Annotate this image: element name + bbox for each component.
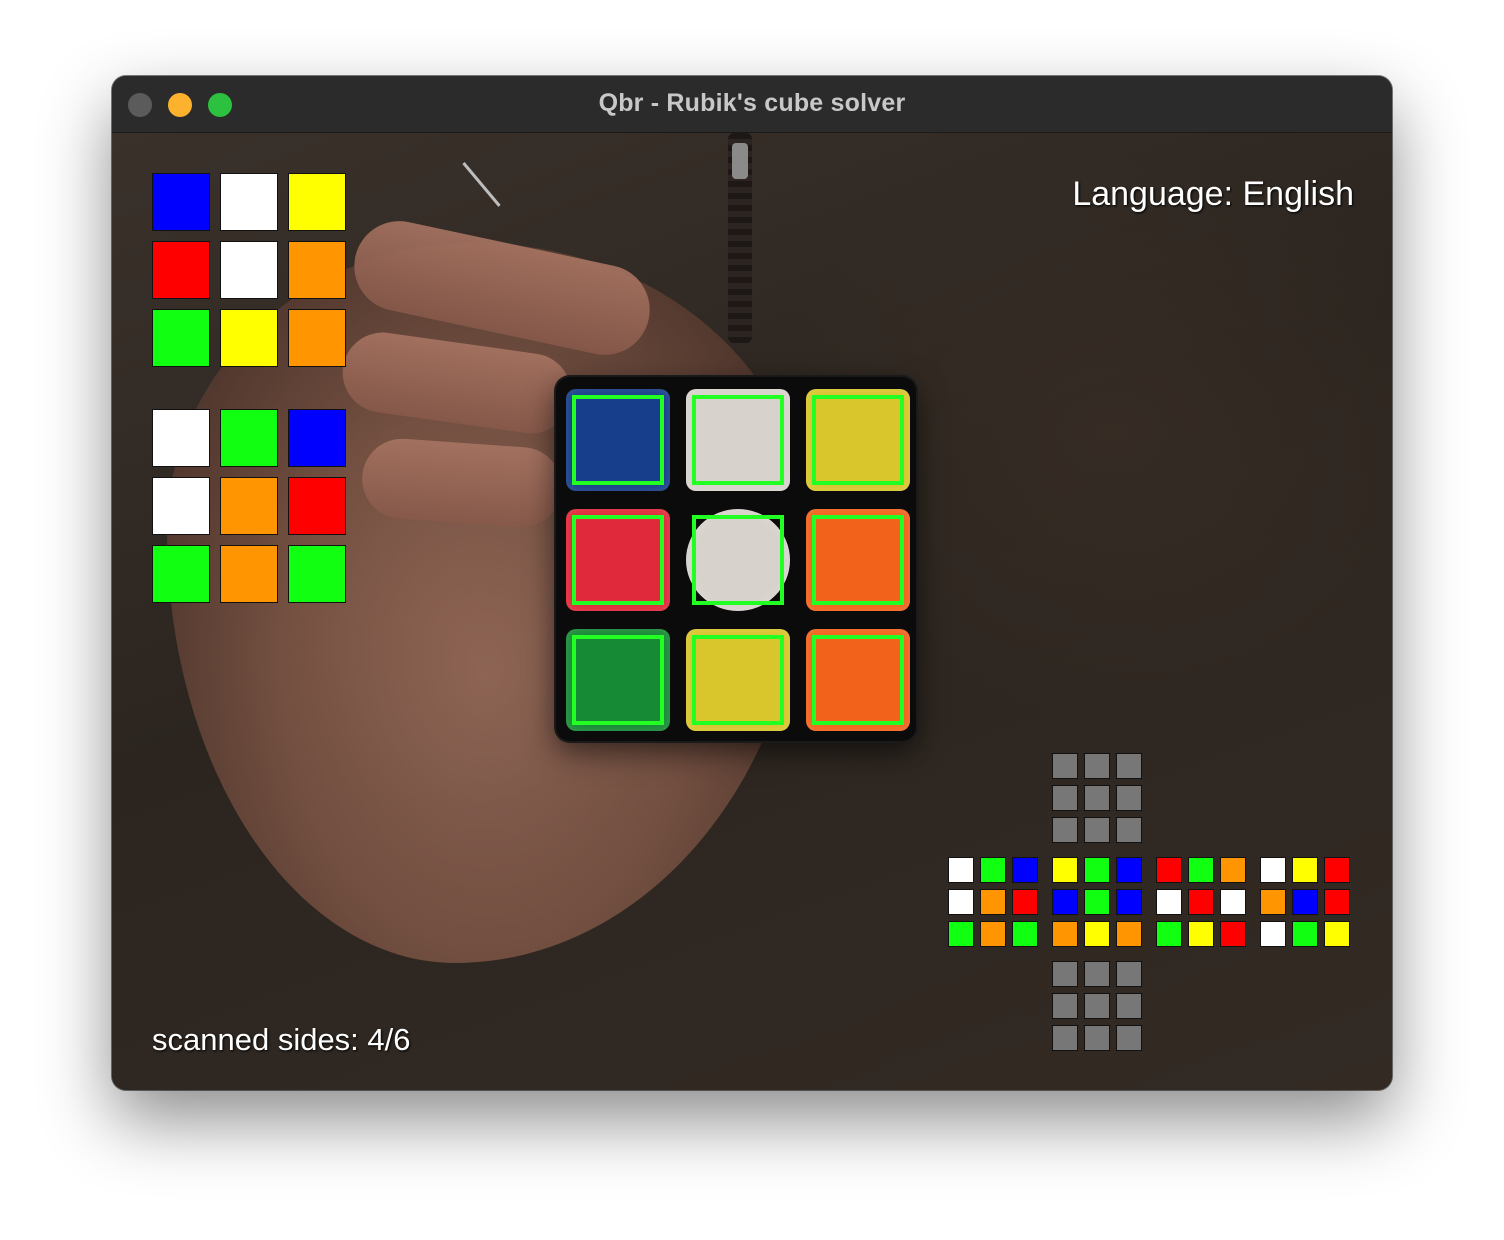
preview-swatch	[220, 309, 278, 367]
net-cell	[1324, 857, 1350, 883]
detection-box	[572, 395, 664, 485]
net-face-front	[1052, 857, 1142, 947]
net-cell	[1084, 961, 1110, 987]
net-cell	[1260, 921, 1286, 947]
preview-swatch	[288, 545, 346, 603]
net-cell	[1220, 889, 1246, 915]
preview-swatch	[152, 309, 210, 367]
preview-swatch	[220, 545, 278, 603]
net-cell	[1052, 961, 1078, 987]
preview-snapshot-face	[152, 409, 346, 603]
window-title: Qbr - Rubik's cube solver	[598, 89, 906, 117]
net-cell	[1116, 1025, 1142, 1051]
net-cell	[1292, 921, 1318, 947]
detection-box	[572, 515, 664, 605]
detection-box	[692, 395, 784, 485]
preview-swatch	[288, 173, 346, 231]
net-cell	[1084, 785, 1110, 811]
net-cell	[1052, 817, 1078, 843]
net-cell	[1324, 921, 1350, 947]
net-cell	[1324, 889, 1350, 915]
net-cell	[1084, 889, 1110, 915]
net-cell	[1052, 889, 1078, 915]
detection-box	[572, 635, 664, 725]
rubiks-cube	[556, 377, 916, 741]
preview-swatch	[220, 241, 278, 299]
preview-swatch	[288, 309, 346, 367]
app-window: Qbr - Rubik's cube solver Language: Engl…	[112, 76, 1392, 1090]
net-cell	[1084, 753, 1110, 779]
preview-swatch	[220, 409, 278, 467]
net-cell	[1116, 857, 1142, 883]
net-cell	[1156, 857, 1182, 883]
net-cell	[1084, 921, 1110, 947]
net-cell	[1084, 817, 1110, 843]
net-cell	[948, 921, 974, 947]
net-face-left	[948, 857, 1038, 947]
camera-feed: Language: English scanned sides: 4/6	[112, 133, 1392, 1090]
detection-box	[812, 515, 904, 605]
detection-box	[812, 635, 904, 725]
preview-swatch	[288, 477, 346, 535]
net-cell	[1260, 889, 1286, 915]
net-face-back	[1260, 857, 1350, 947]
net-cell	[1156, 921, 1182, 947]
net-cell	[1292, 857, 1318, 883]
net-cell	[1220, 857, 1246, 883]
net-cell	[1156, 889, 1182, 915]
preview-swatch	[152, 241, 210, 299]
net-cell	[1220, 921, 1246, 947]
net-cell	[1116, 817, 1142, 843]
net-cell	[1116, 921, 1142, 947]
finger	[359, 436, 565, 530]
net-cell	[948, 889, 974, 915]
net-cell	[1052, 993, 1078, 1019]
net-cell	[1260, 857, 1286, 883]
net-face-up	[1052, 753, 1142, 843]
net-cell	[1052, 785, 1078, 811]
net-cell	[1292, 889, 1318, 915]
hoodie-string	[462, 162, 501, 207]
net-cell	[1052, 921, 1078, 947]
title-bar[interactable]: Qbr - Rubik's cube solver	[112, 76, 1392, 133]
preview-swatch	[152, 409, 210, 467]
net-cell	[1084, 857, 1110, 883]
preview-swatch	[288, 241, 346, 299]
preview-swatch	[152, 173, 210, 231]
detection-box	[812, 395, 904, 485]
detection-box	[692, 515, 784, 605]
net-cell	[1084, 1025, 1110, 1051]
preview-current-face	[152, 173, 346, 367]
net-cell	[1116, 961, 1142, 987]
net-cell	[1188, 921, 1214, 947]
net-cell	[1116, 753, 1142, 779]
net-cell	[1116, 785, 1142, 811]
preview-swatch	[220, 477, 278, 535]
language-label[interactable]: Language: English	[1072, 175, 1354, 214]
net-cell	[1188, 857, 1214, 883]
net-cell	[1052, 1025, 1078, 1051]
net-cell	[1116, 889, 1142, 915]
preview-swatch	[288, 409, 346, 467]
net-cell	[1052, 857, 1078, 883]
net-face-right	[1156, 857, 1246, 947]
net-face-down	[1052, 961, 1142, 1051]
preview-swatch	[152, 477, 210, 535]
net-cell	[1116, 993, 1142, 1019]
net-cell	[948, 857, 974, 883]
net-cell	[1052, 753, 1078, 779]
net-cell	[980, 857, 1006, 883]
scanned-sides-label: scanned sides: 4/6	[152, 1022, 411, 1057]
net-cell	[1012, 889, 1038, 915]
net-cell	[980, 921, 1006, 947]
preview-swatch	[220, 173, 278, 231]
net-cell	[980, 889, 1006, 915]
detection-box	[692, 635, 784, 725]
preview-swatch	[152, 545, 210, 603]
net-cell	[1012, 921, 1038, 947]
net-cell	[1188, 889, 1214, 915]
net-cell	[1012, 857, 1038, 883]
zipper-pull	[732, 143, 748, 179]
net-cell	[1084, 993, 1110, 1019]
